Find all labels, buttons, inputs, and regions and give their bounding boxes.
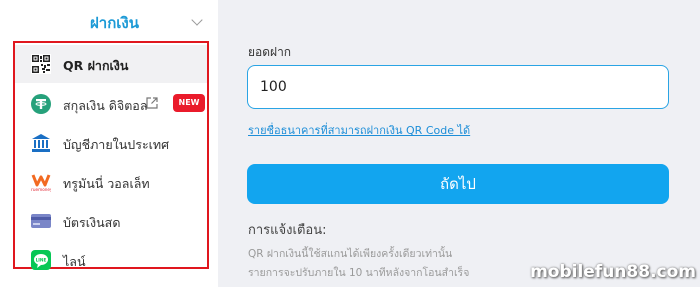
sidebar-title: ฝากเงิน: [90, 14, 139, 32]
sidebar: ฝากเงิน QR ฝากเงิน สกุลเงิน ดิจิตอล NEW …: [0, 0, 218, 287]
deposit-panel: ยอดฝาก รายชื่อธนาคารที่สามารถฝากเงิน QR …: [218, 0, 700, 287]
external-link-icon[interactable]: [146, 97, 158, 109]
notice-line: QR ฝากเงินนี้ใช้สแกนได้เพียงครั้งเดียวเท…: [248, 248, 453, 260]
notice-line: รายการจะปรับภายใน 10 นาทีหลังจากโอนสำเร็…: [248, 267, 470, 279]
payment-method-list: QR ฝากเงิน สกุลเงิน ดิจิตอล NEW บัญชีภาย…: [13, 41, 209, 270]
menu-item-line[interactable]: LINE ไลน์: [15, 241, 207, 279]
bank-icon: [32, 134, 50, 152]
card-icon: [31, 214, 51, 228]
watermark: mobilefun88.com: [530, 262, 696, 282]
amount-input[interactable]: [247, 65, 669, 109]
menu-item-digital-currency[interactable]: สกุลเงิน ดิจิตอล NEW: [15, 85, 207, 123]
chevron-down-icon[interactable]: [191, 14, 203, 26]
amount-label: ยอดฝาก: [248, 45, 292, 59]
menu-item-domestic-bank[interactable]: บัญชีภายในประเทศ: [15, 124, 207, 162]
qr-code-icon: [31, 54, 51, 74]
supported-banks-link[interactable]: รายชื่อธนาคารที่สามารถฝากเงิน QR Code ได…: [248, 121, 470, 139]
sidebar-header[interactable]: ฝากเงิน: [0, 0, 218, 40]
line-icon: LINE: [31, 250, 51, 270]
tether-icon: [31, 94, 51, 114]
menu-item-label: QR ฝากเงิน: [63, 58, 129, 73]
svg-text:LINE: LINE: [36, 258, 47, 264]
menu-item-label: ทรูมันนี่ วอลเล็ท: [63, 176, 150, 191]
menu-item-label: บัตรเงินสด: [63, 215, 121, 230]
menu-item-truemoney-wallet[interactable]: truemoney ทรูมันนี่ วอลเล็ท: [15, 163, 207, 201]
new-badge: NEW: [173, 94, 205, 112]
menu-item-cash-card[interactable]: บัตรเงินสด: [15, 202, 207, 240]
menu-item-qr-deposit[interactable]: QR ฝากเงิน: [15, 45, 207, 83]
menu-item-label: ไลน์: [63, 254, 86, 269]
menu-item-label: สกุลเงิน ดิจิตอล: [63, 98, 148, 113]
next-button[interactable]: ถัดไป: [247, 164, 669, 204]
notice-title: การแจ้งเตือน:: [248, 223, 327, 238]
menu-item-label: บัญชีภายในประเทศ: [63, 137, 170, 152]
svg-text:truemoney: truemoney: [31, 187, 51, 192]
truemoney-icon: truemoney: [31, 174, 51, 192]
